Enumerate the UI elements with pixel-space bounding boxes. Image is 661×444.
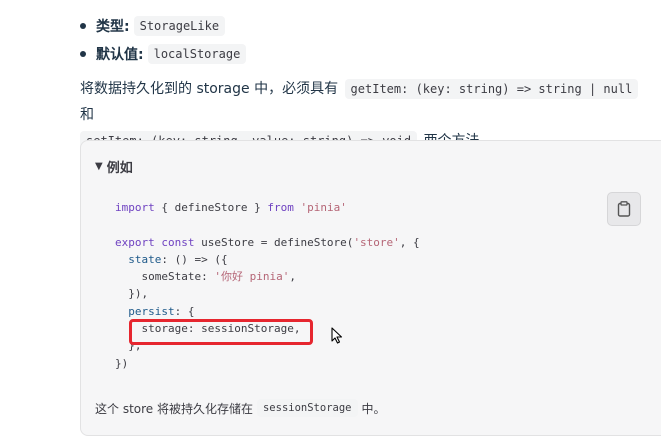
example-title: 例如 — [106, 161, 133, 176]
code-line-somestate: someState: '你好 pinia', — [141, 270, 296, 284]
para-text-1: 将数据持久化到的 storage 中，必须具有 — [80, 81, 339, 97]
code-example: import { defineStore } from 'pinia' expo… — [115, 199, 420, 372]
code-line-end: }) — [115, 356, 129, 370]
code-line-persist: persist: { — [128, 304, 195, 318]
bullet-dot — [80, 23, 86, 29]
triangle-down-icon: ▼ — [95, 161, 103, 172]
getitem-signature: getItem: (key: string) => string | null — [344, 79, 639, 99]
storage-highlight-box — [129, 319, 313, 345]
clipboard-icon — [617, 201, 631, 217]
option-details-list: 类型: StorageLike 默认值: localStorage — [80, 12, 247, 68]
type-item: 类型: StorageLike — [80, 12, 246, 40]
default-value: localStorage — [147, 44, 247, 64]
note-text-1: 这个 store 将被持久化存储在 — [95, 401, 253, 416]
note-code: sessionStorage — [256, 399, 358, 417]
example-callout: ▼ 例如 import { defineStore } from 'pinia'… — [80, 140, 661, 436]
copy-button[interactable] — [607, 192, 641, 226]
mouse-cursor-icon — [331, 327, 343, 344]
code-line-state: state: () => ({ — [128, 252, 228, 266]
code-line-state-close: }), — [115, 287, 149, 301]
example-toggle[interactable]: ▼ 例如 — [95, 157, 133, 176]
bullet-dot — [80, 51, 86, 57]
default-item: 默认值: localStorage — [80, 40, 247, 68]
code-line-import: import { defineStore } from 'pinia' — [115, 201, 347, 214]
default-label: 默认值: — [96, 47, 144, 63]
para-text-2: 和 — [80, 107, 94, 123]
code-line-export: export const useStore = defineStore('sto… — [115, 235, 420, 249]
type-value: StorageLike — [133, 16, 226, 36]
note-text-2: 中。 — [361, 401, 386, 416]
type-label: 类型: — [96, 19, 130, 35]
example-note: 这个 store 将被持久化存储在 sessionStorage 中。 — [95, 399, 386, 417]
